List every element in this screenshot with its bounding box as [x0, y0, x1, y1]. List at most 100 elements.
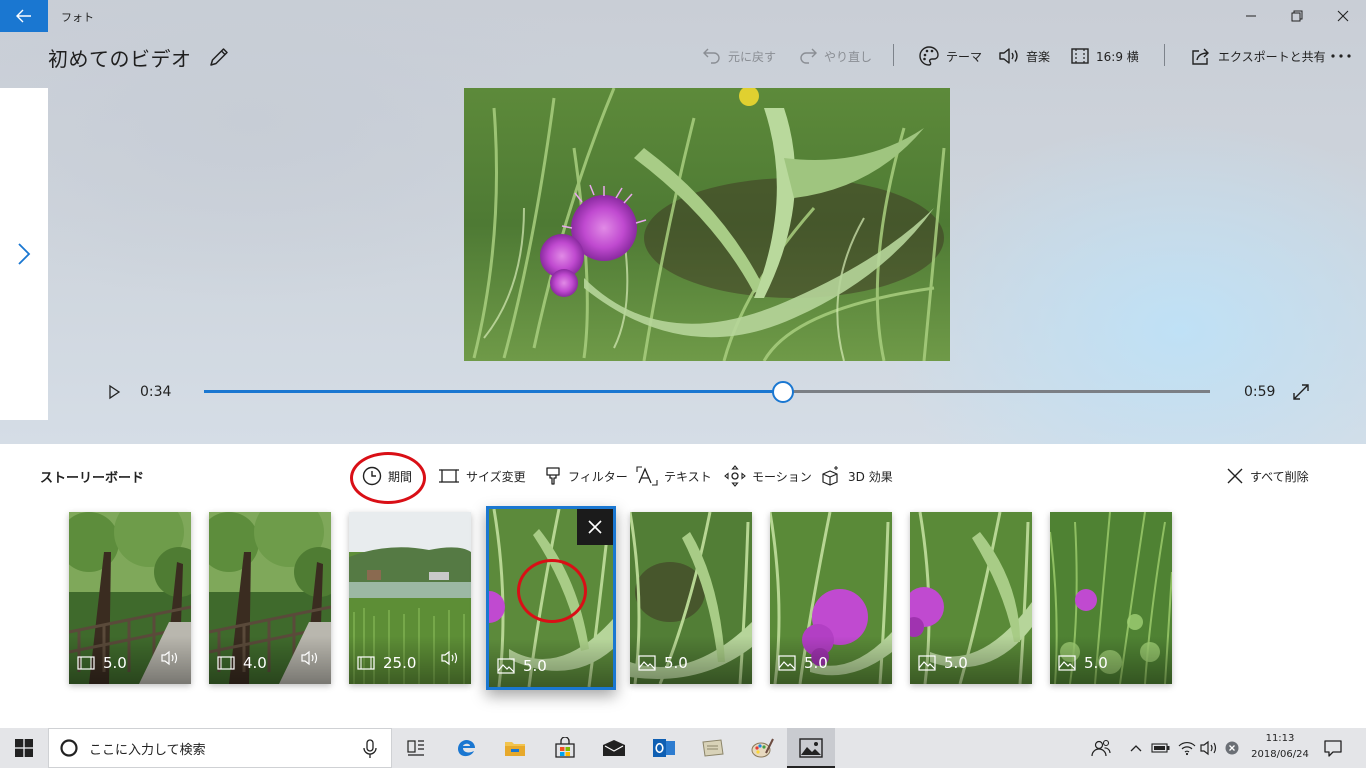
filter-button[interactable]: フィルター	[544, 464, 628, 488]
play-button[interactable]	[106, 384, 122, 400]
restore-button[interactable]	[1274, 0, 1320, 32]
clip-audio[interactable]	[441, 650, 461, 670]
paint-brush-icon	[546, 467, 560, 485]
storyboard-clip[interactable]: 5.0	[69, 512, 191, 684]
thistle-preview-image	[464, 88, 950, 361]
command-separator	[893, 44, 894, 66]
film-icon	[357, 656, 375, 670]
photos-app-button[interactable]	[787, 728, 835, 768]
task-view-button[interactable]	[392, 728, 440, 768]
storyboard-clip[interactable]: 5.0	[630, 512, 752, 684]
store-button[interactable]	[541, 728, 589, 768]
clip-duration: 25.0	[357, 654, 416, 672]
remove-clip-button[interactable]	[577, 509, 613, 545]
wifi-icon	[1178, 742, 1196, 756]
text-icon	[636, 466, 658, 486]
motion-icon	[724, 465, 746, 487]
minimize-button[interactable]	[1228, 0, 1274, 32]
speaker-icon	[441, 650, 458, 666]
file-explorer-button[interactable]	[491, 728, 539, 768]
aspect-ratio-label: 16:9 横	[1096, 49, 1139, 64]
redo-label: やり直し	[824, 49, 873, 64]
theme-button[interactable]: テーマ	[918, 42, 982, 70]
seek-slider-thumb[interactable]	[772, 381, 795, 403]
storyboard-clip[interactable]: 25.0	[349, 512, 471, 684]
ellipsis-icon	[1331, 54, 1351, 58]
motion-button[interactable]: モーション	[724, 464, 812, 488]
action-center-button[interactable]	[1318, 728, 1348, 768]
music-button[interactable]: 音楽	[998, 42, 1050, 70]
text-button[interactable]: テキスト	[636, 464, 712, 488]
theme-label: テーマ	[946, 49, 983, 64]
editor-canvas: フォト 初めてのビデオ 元に戻す やり直し テーマ 音楽 16:9 横 エクスポ…	[0, 0, 1366, 444]
total-time: 0:59	[1244, 384, 1276, 400]
clip-audio[interactable]	[161, 650, 181, 670]
photo-icon	[778, 655, 796, 671]
paint-button[interactable]	[738, 728, 786, 768]
clip-duration: 4.0	[217, 654, 267, 672]
film-icon	[77, 656, 95, 670]
network-indicator[interactable]	[1176, 728, 1198, 768]
more-options-button[interactable]	[1330, 42, 1352, 70]
title-bar: フォト	[0, 0, 1366, 32]
battery-indicator[interactable]	[1150, 728, 1172, 768]
3d-effects-label: 3D 効果	[848, 469, 893, 484]
clip-duration-value: 5.0	[944, 654, 968, 672]
taskbar-clock[interactable]: 11:13 2018/06/24	[1244, 731, 1316, 763]
command-separator	[1164, 44, 1165, 66]
play-icon	[109, 384, 121, 400]
storyboard-clip[interactable]: 5.0	[910, 512, 1032, 684]
export-share-button[interactable]: エクスポートと共有	[1190, 42, 1326, 70]
expand-icon	[1293, 384, 1309, 400]
people-button[interactable]	[1090, 728, 1112, 768]
expand-library-panel-button[interactable]	[0, 88, 48, 420]
status-indicator[interactable]	[1222, 728, 1242, 768]
battery-icon	[1151, 743, 1170, 753]
storyboard-clip[interactable]: 4.0	[209, 512, 331, 684]
clip-audio[interactable]	[301, 650, 321, 670]
paint-palette-icon	[751, 738, 774, 758]
taskbar-search-box[interactable]: ここに入力して検索	[48, 728, 392, 768]
app-title: フォト	[61, 11, 94, 24]
close-window-button[interactable]	[1320, 0, 1366, 32]
storyboard-clip[interactable]: 5.0	[1050, 512, 1172, 684]
clip-duration-value: 25.0	[383, 654, 417, 672]
edge-button[interactable]	[442, 728, 490, 768]
clip-duration-value: 4.0	[243, 654, 267, 672]
clip-duration-value: 5.0	[1084, 654, 1108, 672]
close-icon	[1227, 468, 1243, 484]
close-icon	[588, 520, 602, 534]
delete-all-button[interactable]: すべて削除	[1226, 464, 1309, 488]
undo-button[interactable]: 元に戻す	[702, 42, 776, 70]
storyboard-clip-selected[interactable]: 5.0	[486, 506, 616, 690]
storyboard-clip[interactable]: 5.0	[770, 512, 892, 684]
restore-icon	[1291, 10, 1303, 22]
clip-duration: 5.0	[497, 657, 547, 675]
aspect-ratio-button[interactable]: 16:9 横	[1070, 42, 1139, 70]
highlight-circle	[350, 452, 426, 504]
seek-slider[interactable]	[204, 381, 1210, 403]
notes-app-button[interactable]	[689, 728, 737, 768]
clip-duration-value: 5.0	[523, 657, 547, 675]
outlook-button[interactable]	[640, 728, 688, 768]
clock-time: 11:13	[1265, 733, 1295, 744]
show-hidden-icons-button[interactable]	[1126, 728, 1146, 768]
fullscreen-button[interactable]	[1292, 383, 1310, 401]
chevron-right-icon	[18, 243, 31, 265]
start-button[interactable]	[0, 728, 48, 768]
3d-effects-button[interactable]: 3D 効果	[820, 464, 893, 488]
clip-duration: 5.0	[778, 654, 828, 672]
volume-indicator[interactable]	[1198, 728, 1220, 768]
photos-icon	[799, 738, 823, 758]
speaker-icon	[301, 650, 318, 666]
clip-duration-value: 5.0	[664, 654, 688, 672]
resize-button[interactable]: サイズ変更	[438, 464, 526, 488]
redo-button[interactable]: やり直し	[798, 42, 872, 70]
back-button[interactable]	[0, 0, 48, 32]
clip-duration: 5.0	[1058, 654, 1108, 672]
speaker-icon	[999, 48, 1018, 64]
windows-logo-icon	[15, 739, 33, 757]
text-label: テキスト	[664, 469, 712, 484]
clip-duration: 5.0	[77, 654, 127, 672]
mail-button[interactable]	[590, 728, 638, 768]
